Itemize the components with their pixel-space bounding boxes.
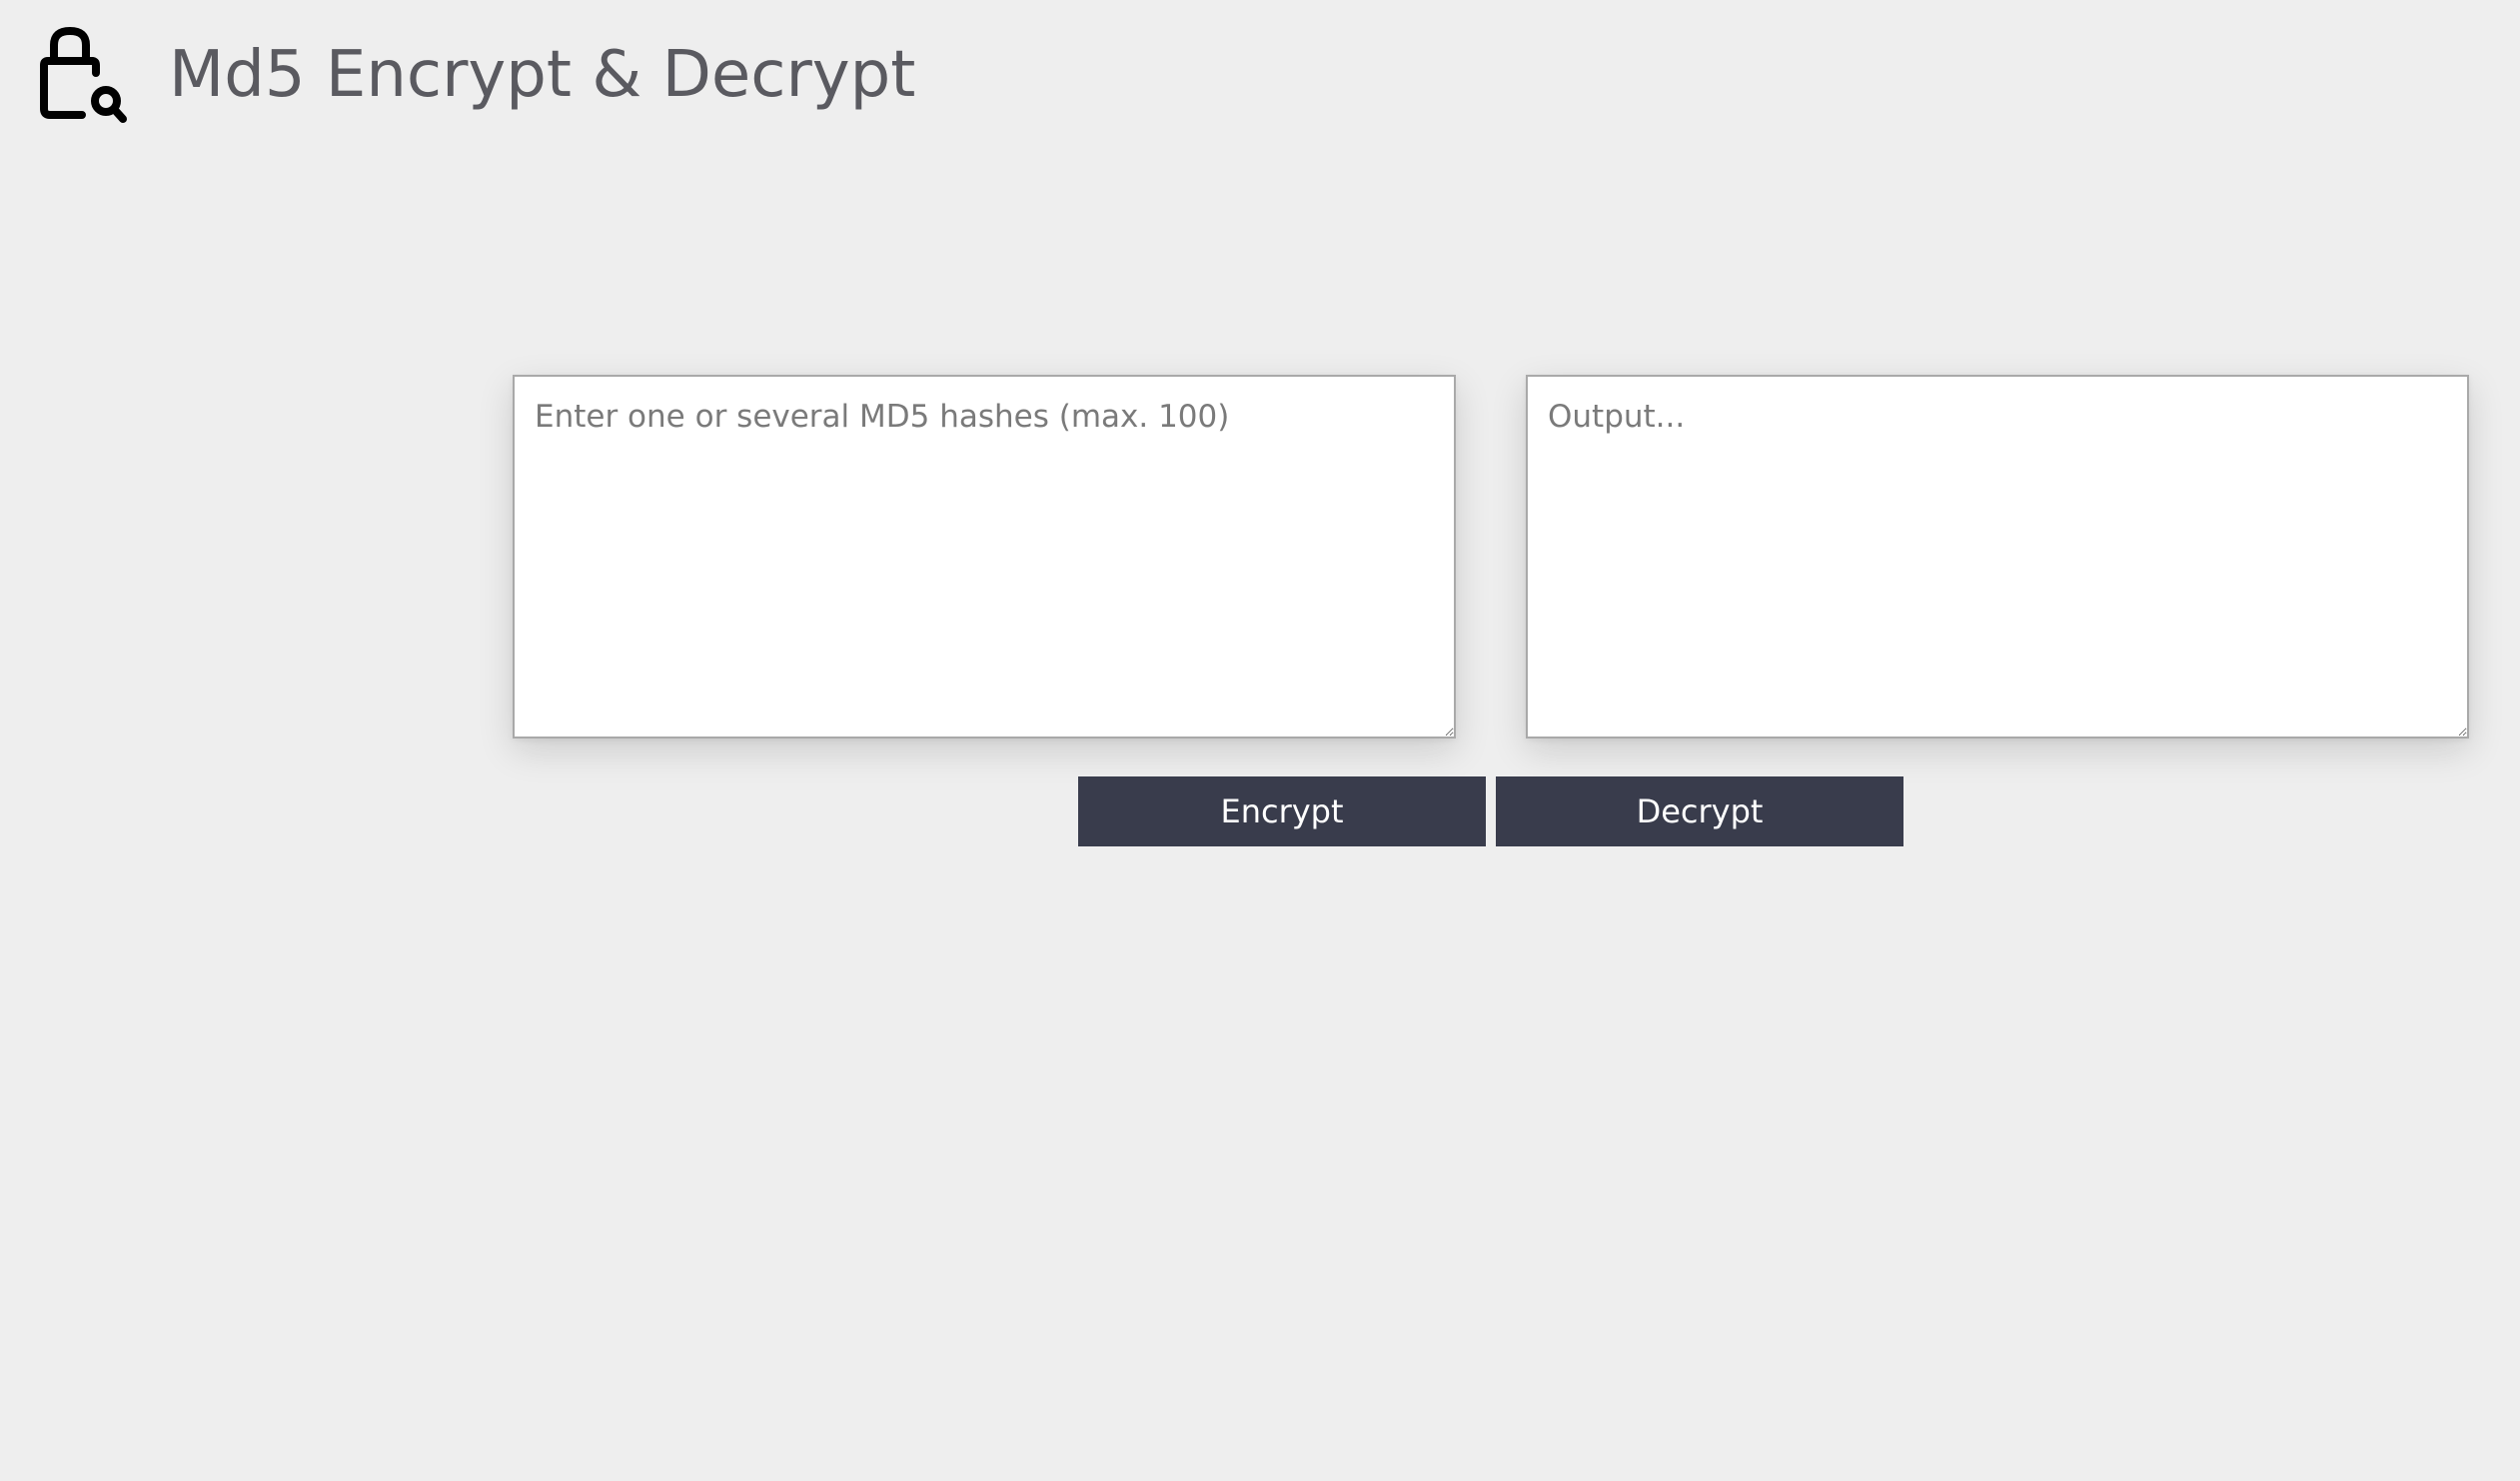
- page: Md5 Encrypt & Decrypt Encrypt Decrypt: [0, 0, 2520, 1481]
- output-textarea[interactable]: [1526, 375, 2469, 739]
- lock-search-icon: [40, 27, 127, 123]
- encrypt-button[interactable]: Encrypt: [1078, 776, 1486, 846]
- hash-input-textarea[interactable]: [513, 375, 1456, 739]
- header: Md5 Encrypt & Decrypt: [30, 22, 915, 132]
- decrypt-button[interactable]: Decrypt: [1496, 776, 1903, 846]
- page-title: Md5 Encrypt & Decrypt: [169, 38, 916, 112]
